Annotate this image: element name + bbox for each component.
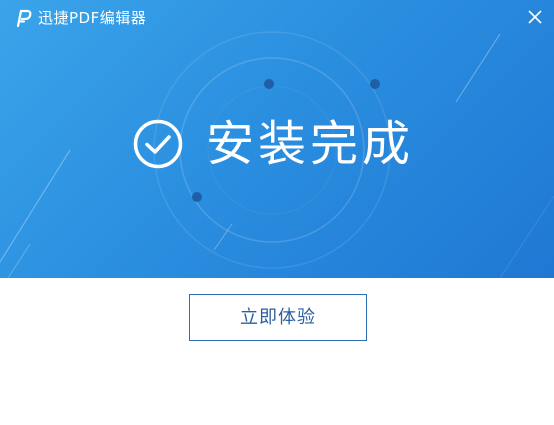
try-now-button[interactable]: 立即体验 bbox=[189, 294, 367, 341]
footer-area: 立即体验 bbox=[0, 278, 554, 425]
installer-window: 迅捷PDF编辑器 安装完成 立即体验 bbox=[0, 0, 554, 425]
title-bar: 迅捷PDF编辑器 bbox=[0, 0, 554, 36]
window-title: 迅捷PDF编辑器 bbox=[38, 9, 147, 27]
check-circle-icon bbox=[133, 119, 183, 169]
hero-banner: 迅捷PDF编辑器 安装完成 bbox=[0, 0, 554, 278]
close-icon[interactable] bbox=[524, 6, 546, 28]
app-logo-icon bbox=[16, 9, 32, 28]
install-status: 安装完成 bbox=[132, 112, 414, 176]
status-heading: 安装完成 bbox=[206, 116, 415, 172]
